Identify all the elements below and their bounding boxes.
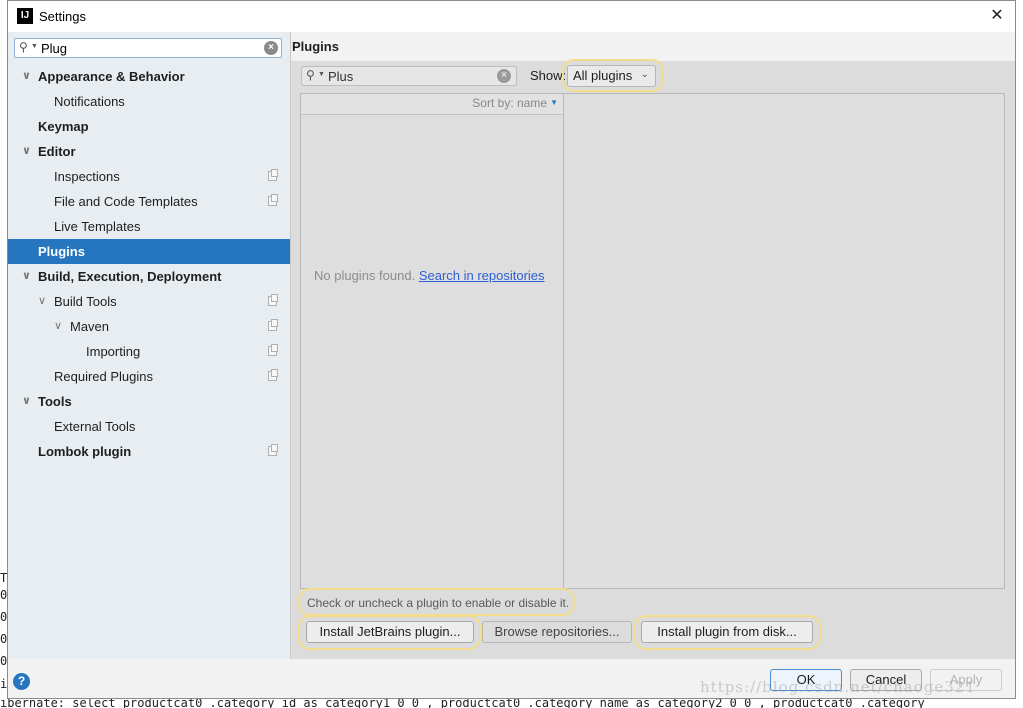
project-scope-icon	[268, 169, 278, 181]
sort-header[interactable]: Sort by: name ▼	[301, 94, 563, 115]
sidebar-item-label: Appearance & Behavior	[38, 69, 185, 84]
sidebar-item-build-tools[interactable]: ∨ Build Tools	[8, 289, 290, 314]
window-title: Settings	[39, 9, 86, 24]
empty-state: No plugins found. Search in repositories	[314, 268, 545, 283]
background-ide-right	[1015, 0, 1023, 708]
install-plugin-from-disk-button[interactable]: Install plugin from disk...	[641, 621, 813, 643]
title-bar: IJ Settings ✕	[8, 1, 1015, 32]
show-filter-dropdown[interactable]: All plugins ⌄	[567, 65, 656, 87]
sidebar-item-lombok-plugin[interactable]: Lombok plugin	[8, 439, 290, 464]
chevron-down-icon: ⌄	[640, 69, 649, 80]
plugin-hint-text: Check or uncheck a plugin to enable or d…	[307, 596, 570, 610]
plugin-search-value: Plus	[328, 69, 354, 84]
sidebar-item-label: Build Tools	[54, 294, 117, 309]
clear-search-icon[interactable]: ×	[497, 69, 511, 83]
show-label: Show:	[530, 68, 567, 83]
sidebar-item-label: Importing	[86, 344, 141, 359]
sidebar-item-label: Editor	[38, 144, 76, 159]
sidebar-item-label: Tools	[38, 394, 72, 409]
project-scope-icon	[268, 294, 278, 306]
sidebar-item-build-execution-deployment[interactable]: ∨ Build, Execution, Deployment	[8, 264, 290, 289]
sidebar-item-importing[interactable]: Importing	[8, 339, 290, 364]
search-in-repositories-link[interactable]: Search in repositories	[419, 268, 545, 283]
sidebar-item-label: Keymap	[38, 119, 89, 134]
sidebar-item-label: File and Code Templates	[54, 194, 198, 209]
chevron-down-icon[interactable]: ∨	[38, 289, 46, 314]
plugin-list[interactable]: Sort by: name ▼ No plugins found. Search…	[300, 93, 564, 589]
project-scope-icon	[268, 344, 278, 356]
search-options-caret-icon[interactable]: ▼	[318, 71, 325, 78]
intellij-app-icon: IJ	[17, 8, 33, 24]
sidebar-item-label: Required Plugins	[54, 369, 154, 384]
sidebar-item-label: Notifications	[54, 94, 125, 109]
browse-repositories-button[interactable]: Browse repositories...	[482, 621, 632, 643]
project-scope-icon	[268, 369, 278, 381]
background-code-text: ibernate: select productcat0_.category_i…	[0, 699, 925, 708]
chevron-down-icon[interactable]: ∨	[22, 139, 31, 164]
sidebar-item-live-templates[interactable]: Live Templates	[8, 214, 290, 239]
search-icon: ⚲	[19, 40, 28, 54]
sidebar-item-editor[interactable]: ∨ Editor	[8, 139, 290, 164]
sidebar-item-label: Plugins	[38, 244, 85, 259]
settings-sidebar: ⚲ ▼ Plug × ∨ Appearance & Behavior Notific…	[8, 32, 291, 659]
project-scope-icon	[268, 319, 278, 331]
chevron-down-icon[interactable]: ∨	[22, 389, 31, 414]
show-filter-value: All plugins	[573, 68, 633, 83]
sidebar-item-external-tools[interactable]: External Tools	[8, 414, 290, 439]
sidebar-item-inspections[interactable]: Inspections	[8, 164, 290, 189]
sidebar-item-notifications[interactable]: Notifications	[8, 89, 290, 114]
sort-label[interactable]: Sort by: name	[472, 96, 547, 110]
sidebar-item-label: Inspections	[54, 169, 120, 184]
clear-search-icon[interactable]: ×	[264, 41, 278, 55]
help-icon[interactable]: ?	[13, 673, 30, 690]
project-scope-icon	[268, 444, 278, 456]
install-jetbrains-plugin-button[interactable]: Install JetBrains plugin...	[306, 621, 474, 643]
sort-arrow-icon: ▼	[550, 98, 558, 107]
settings-search-input[interactable]: ⚲ ▼ Plug ×	[14, 38, 282, 58]
sidebar-item-appearance-behavior[interactable]: ∨ Appearance & Behavior	[8, 64, 290, 89]
empty-state-text: No plugins found.	[314, 268, 416, 283]
sidebar-item-keymap[interactable]: Keymap	[8, 114, 290, 139]
page-title: Plugins	[292, 39, 339, 54]
chevron-down-icon[interactable]: ∨	[22, 64, 31, 89]
search-options-caret-icon[interactable]: ▼	[31, 43, 38, 50]
sidebar-item-label: Lombok plugin	[38, 444, 132, 459]
chevron-down-icon[interactable]: ∨	[22, 264, 31, 289]
sidebar-item-tools[interactable]: ∨ Tools	[8, 389, 290, 414]
plugin-search-input[interactable]: ⚲ ▼ Plus ×	[301, 66, 517, 86]
panel-header	[291, 32, 1015, 61]
sidebar-item-label: Maven	[70, 319, 110, 334]
settings-search-value: Plug	[41, 41, 68, 56]
project-scope-icon	[268, 194, 278, 206]
search-icon: ⚲	[306, 68, 315, 82]
sidebar-item-label: External Tools	[54, 419, 136, 434]
close-icon[interactable]: ✕	[984, 4, 1010, 28]
background-code-line: ibernate: select productcat0_.category_i…	[0, 699, 1023, 708]
chevron-down-icon[interactable]: ∨	[54, 314, 62, 339]
sidebar-item-required-plugins[interactable]: Required Plugins	[8, 364, 290, 389]
sidebar-item-file-and-code-templates[interactable]: File and Code Templates	[8, 189, 290, 214]
plugin-details-pane	[563, 93, 1005, 589]
sidebar-item-label: Build, Execution, Deployment	[38, 269, 222, 284]
sidebar-item-label: Live Templates	[54, 219, 141, 234]
watermark-text: https://blog.csdn.net/chaoge321	[700, 678, 976, 696]
sidebar-item-plugins[interactable]: Plugins	[8, 239, 290, 264]
sidebar-item-maven[interactable]: ∨ Maven	[8, 314, 290, 339]
